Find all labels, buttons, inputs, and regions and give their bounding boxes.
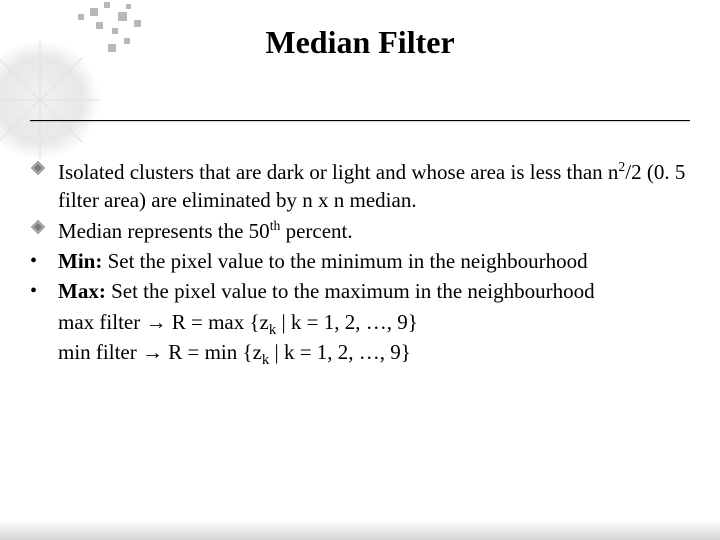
- footer-gradient: [0, 520, 720, 540]
- bullet-2-text: Median represents the 50th percent.: [58, 217, 690, 245]
- bullet-4-text: Max: Set the pixel value to the maximum …: [58, 277, 690, 305]
- bullet-item-1: Isolated clusters that are dark or light…: [30, 158, 690, 215]
- bullet-item-3: • Min: Set the pixel value to the minimu…: [30, 247, 690, 275]
- formula-min: min filter → R = min {zk | k = 1, 2, …, …: [30, 338, 690, 366]
- dot-bullet-icon: •: [30, 277, 58, 303]
- slide-title: Median Filter: [0, 24, 720, 61]
- diamond-bullet-icon: [30, 158, 58, 176]
- bullet-1-text: Isolated clusters that are dark or light…: [58, 158, 690, 215]
- dot-bullet-icon: •: [30, 247, 58, 273]
- slide-body: Isolated clusters that are dark or light…: [30, 158, 690, 366]
- bullet-3-text: Min: Set the pixel value to the minimum …: [58, 247, 690, 275]
- formula-max: max filter → R = max {zk | k = 1, 2, …, …: [30, 308, 690, 336]
- bullet-item-4: • Max: Set the pixel value to the maximu…: [30, 277, 690, 305]
- bullet-item-2: Median represents the 50th percent.: [30, 217, 690, 245]
- diamond-bullet-icon: [30, 217, 58, 235]
- title-divider: [30, 120, 690, 121]
